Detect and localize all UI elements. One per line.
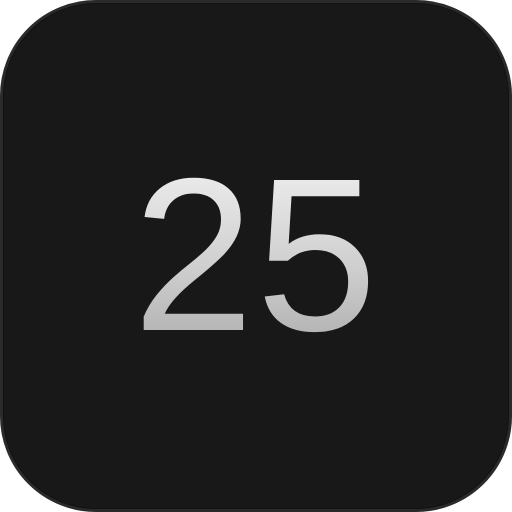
app-icon-number: 25: [132, 134, 380, 377]
app-icon-tile[interactable]: 25: [0, 0, 512, 512]
